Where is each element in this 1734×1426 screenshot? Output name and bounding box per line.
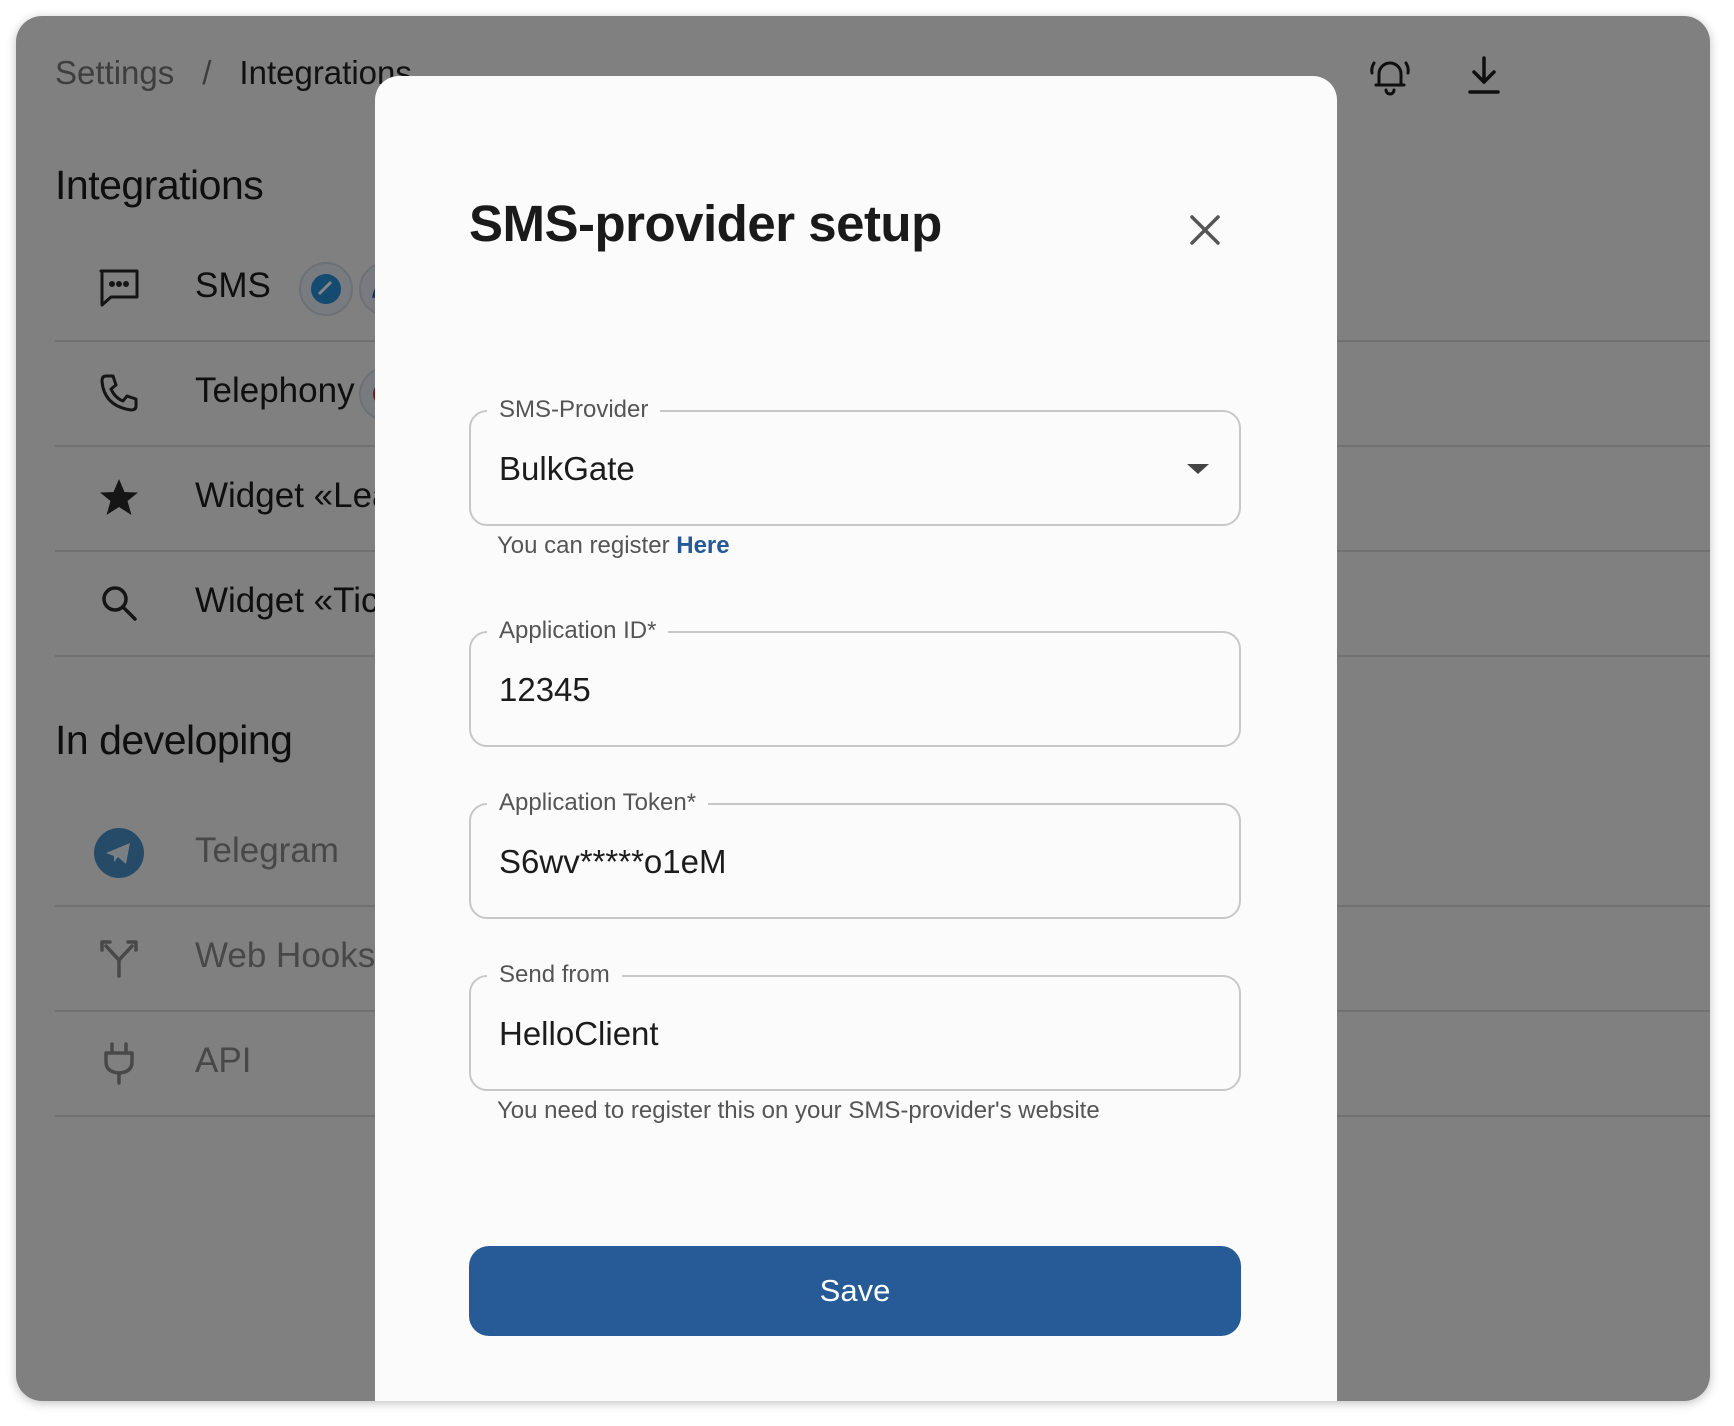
- send-from-input[interactable]: [499, 1015, 1179, 1053]
- send-from-hint: You need to register this on your SMS-pr…: [497, 1097, 1100, 1124]
- application-id-input[interactable]: [499, 671, 1179, 709]
- send-from-label: Send from: [487, 960, 622, 990]
- sms-provider-select[interactable]: SMS-Provider BulkGate: [469, 395, 1241, 526]
- application-id-field: Application ID*: [469, 616, 1241, 747]
- register-hint: You can register Here: [497, 532, 730, 560]
- application-id-label: Application ID*: [487, 616, 669, 646]
- sms-provider-value: BulkGate: [499, 450, 635, 487]
- close-icon[interactable]: [1181, 206, 1229, 254]
- application-token-field: Application Token*: [469, 788, 1241, 919]
- register-here-link[interactable]: Here: [676, 532, 729, 559]
- dialog-title: SMS-provider setup: [469, 195, 942, 252]
- save-button[interactable]: Save: [469, 1246, 1241, 1336]
- sms-provider-setup-dialog: SMS-provider setup SMS-Provider BulkGate…: [375, 76, 1337, 1401]
- application-token-input[interactable]: [499, 843, 1179, 881]
- send-from-field: Send from: [469, 960, 1241, 1091]
- app-window: Settings / Integrations Integrations SMS…: [16, 16, 1710, 1401]
- application-token-label: Application Token*: [487, 788, 709, 818]
- register-hint-text: You can register: [497, 532, 677, 559]
- chevron-down-icon: [1187, 464, 1209, 474]
- sms-provider-label: SMS-Provider: [487, 395, 661, 425]
